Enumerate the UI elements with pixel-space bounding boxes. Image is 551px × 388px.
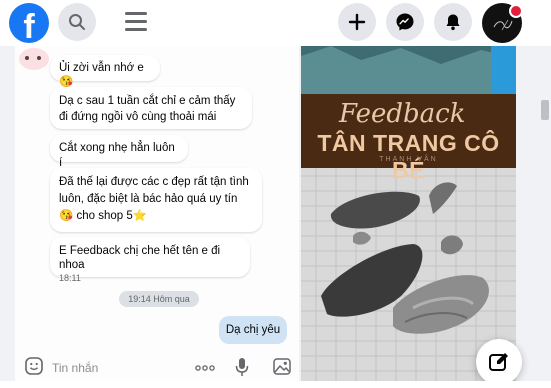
promo-banner: Feedback TÂN TRANG CÔ BÉ THANH VÂN (301, 94, 516, 183)
banner-script-title: Feedback (339, 99, 466, 129)
create-button[interactable] (338, 3, 376, 41)
menu-button[interactable] (125, 12, 147, 32)
bell-icon (446, 14, 460, 31)
plus-icon (348, 13, 366, 31)
bottom-cutoff-row (0, 381, 551, 388)
facebook-logo[interactable]: f (9, 3, 49, 43)
search-button[interactable] (58, 3, 96, 41)
notification-dot (509, 4, 523, 18)
menu-icon (125, 12, 147, 15)
message-bubble: Dạ c sau 1 tuần cắt chỉ e cảm thấy đi đứ… (50, 87, 252, 129)
message-text: Cắt xong nhẹ hẳn luôn í (59, 142, 175, 169)
composer-placeholder: Tin nhắn (52, 361, 99, 375)
scrollbar-thumb[interactable] (541, 100, 549, 120)
edit-icon (489, 353, 508, 371)
scrollbar[interactable] (537, 46, 551, 388)
smiley-icon (25, 357, 43, 375)
message-bubble: Ủi zời vẫn nhớ e😘 (50, 55, 160, 88)
message-bubble: Cắt xong nhẹ hẳn luôn í (50, 135, 188, 169)
message-text: E Feedback chị che hết tên e đi nhoa (59, 245, 221, 271)
message-text: Ủi zời vẫn nhớ e😘 (59, 62, 144, 88)
time-separator: 19:14 Hôm qua (119, 291, 199, 307)
message-time: 18:11 (59, 273, 81, 283)
message-bubble: E Feedback chị che hết tên e đi nhoa 18:… (50, 237, 250, 283)
search-icon (69, 14, 85, 30)
banner-watermark: THANH VÂN (379, 156, 438, 163)
message-text: Dạ c sau 1 tuần cắt chỉ e cảm thấy đi đứ… (59, 95, 236, 123)
image-icon (273, 358, 291, 375)
microphone-icon (235, 358, 249, 376)
post-photo[interactable]: Feedback TÂN TRANG CÔ BÉ THANH VÂN (301, 46, 516, 388)
compose-post-button[interactable] (476, 339, 522, 385)
notifications-button[interactable] (434, 3, 472, 41)
sticker-image (19, 48, 49, 70)
outgoing-message: Dạ chị yêu (219, 316, 287, 344)
more-icon (195, 365, 215, 371)
top-navigation-bar: f (0, 0, 551, 46)
messenger-button[interactable] (386, 3, 424, 41)
messenger-icon (396, 13, 414, 31)
facebook-logo-letter: f (23, 8, 35, 43)
message-text: Đã thế lại được các c đẹp rất tận tình l… (59, 176, 249, 222)
chat-screenshot: Ủi zời vẫn nhớ e😘 Dạ c sau 1 tuần cắt ch… (15, 46, 299, 388)
message-bubble: Đã thế lại được các c đẹp rất tận tình l… (50, 168, 262, 232)
